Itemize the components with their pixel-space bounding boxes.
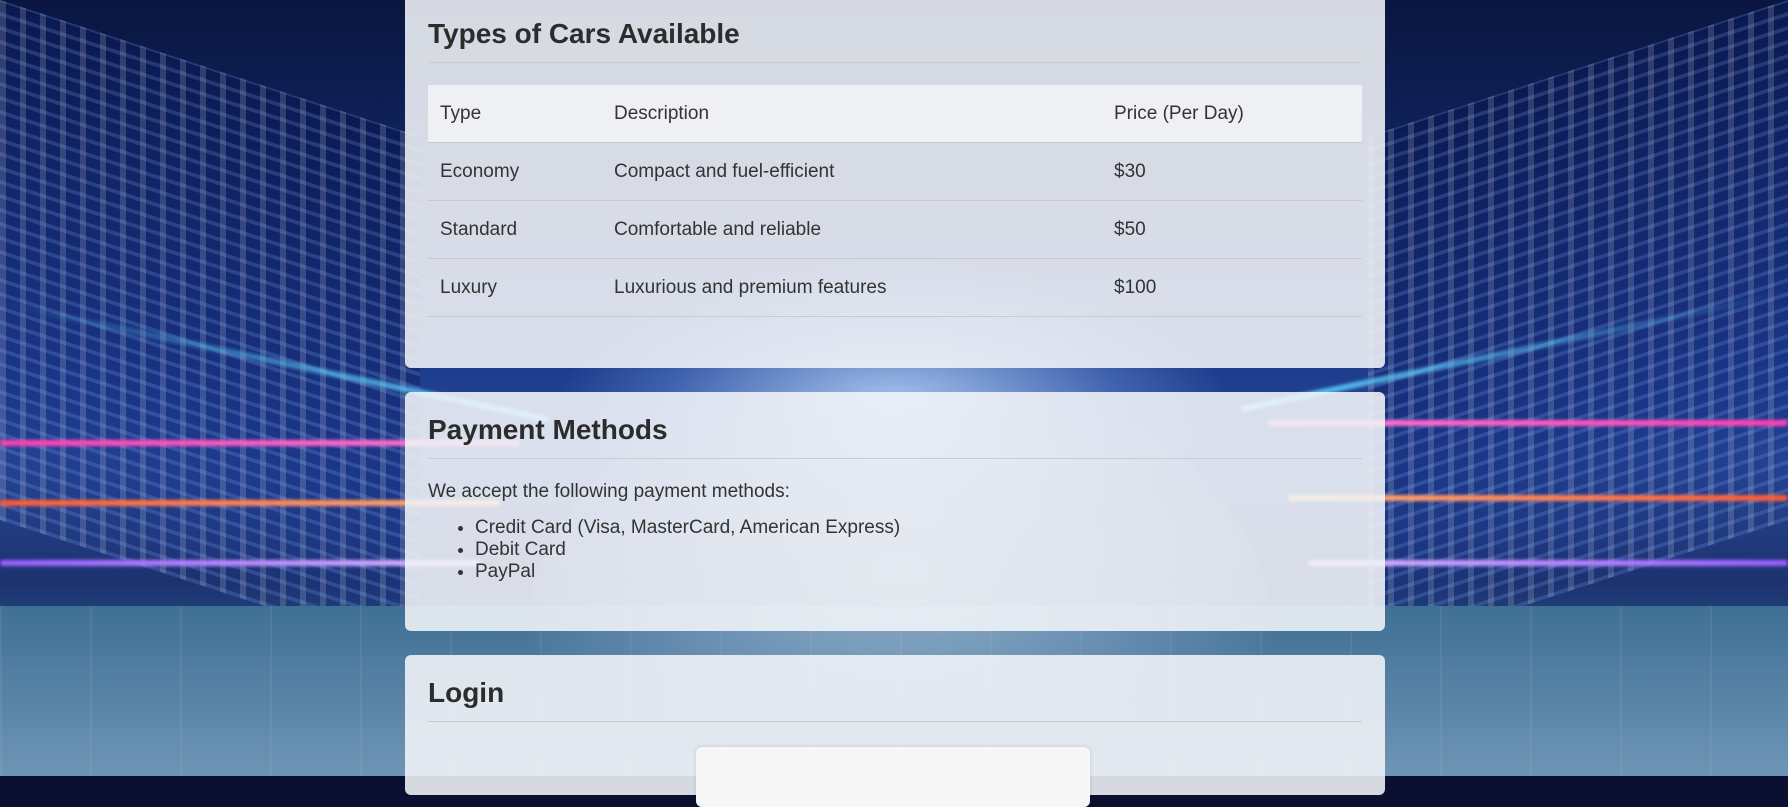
cell-type: Luxury [428,258,602,317]
login-section: Login [405,655,1385,807]
city-buildings-right [1368,0,1788,657]
cell-price: $100 [1102,258,1362,317]
cars-section-title: Types of Cars Available [428,0,1362,63]
payment-section-title: Payment Methods [428,392,1362,459]
cell-type: Economy [428,142,602,201]
payment-intro-text: We accept the following payment methods: [428,481,790,502]
list-item: Debit Card [475,539,1362,561]
list-item: PayPal [475,561,1362,583]
column-header-type: Type [428,85,602,143]
payment-methods-list: Credit Card (Visa, MasterCard, American … [428,517,1362,583]
cell-description: Luxurious and premium features [602,258,1102,317]
cell-price: $30 [1102,142,1362,201]
city-buildings-left [0,0,420,657]
login-section-title: Login [428,655,1362,722]
login-form[interactable] [696,747,1090,807]
cars-table: Type Description Price (Per Day) Economy… [428,85,1362,317]
table-row: Economy Compact and fuel-efficient $30 [428,142,1362,201]
cell-description: Comfortable and reliable [602,200,1102,259]
cell-description: Compact and fuel-efficient [602,142,1102,201]
table-row: Luxury Luxurious and premium features $1… [428,258,1362,317]
list-item: Credit Card (Visa, MasterCard, American … [475,517,1362,539]
payment-section: Payment Methods We accept the following … [405,392,1385,631]
cell-price: $50 [1102,200,1362,259]
column-header-price: Price (Per Day) [1102,85,1362,143]
cell-type: Standard [428,200,602,259]
cars-section: Types of Cars Available Type Description… [405,0,1385,368]
table-header-row: Type Description Price (Per Day) [428,85,1362,143]
table-row: Standard Comfortable and reliable $50 [428,200,1362,259]
column-header-description: Description [602,85,1102,143]
